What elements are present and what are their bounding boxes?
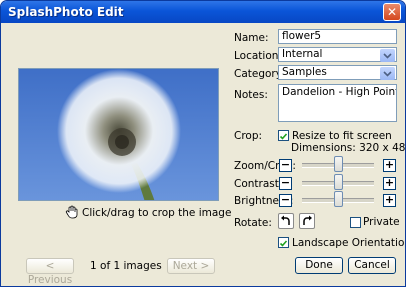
- notes-label: Notes:: [234, 89, 268, 101]
- previous-button[interactable]: < Previous: [26, 258, 74, 286]
- zoom-increase-button[interactable]: +: [383, 159, 396, 172]
- name-field[interactable]: flower5: [278, 29, 397, 44]
- close-button[interactable]: ✕: [383, 3, 401, 21]
- rotate-right-icon: [303, 215, 312, 225]
- check-icon: [279, 133, 288, 140]
- rotate-right-button[interactable]: [299, 213, 315, 229]
- check-icon: [279, 240, 288, 247]
- title-bar[interactable]: SplashPhoto Edit ✕: [1, 1, 405, 23]
- slider-thumb[interactable]: [334, 156, 343, 172]
- contrast-decrease-button[interactable]: −: [279, 177, 292, 190]
- resize-checkbox[interactable]: [278, 130, 289, 141]
- contrast-label: Contrast:: [234, 178, 283, 190]
- rotate-left-button[interactable]: [278, 213, 294, 229]
- crop-hint: Click/drag to crop the image: [82, 207, 232, 219]
- crop-label: Crop:: [234, 130, 263, 142]
- photo-preview[interactable]: [18, 68, 219, 201]
- window-title: SplashPhoto Edit: [8, 5, 124, 19]
- cancel-button[interactable]: Cancel: [348, 257, 396, 274]
- rotate-left-icon: [281, 215, 290, 225]
- contrast-increase-button[interactable]: +: [383, 177, 396, 190]
- location-select[interactable]: Internal: [278, 47, 397, 62]
- private-checkbox[interactable]: [350, 217, 361, 228]
- name-label: Name:: [234, 32, 269, 44]
- chevron-down-icon[interactable]: [380, 67, 395, 80]
- brightness-decrease-button[interactable]: −: [279, 194, 292, 207]
- category-value: Samples: [282, 66, 327, 78]
- private-label: Private: [363, 216, 400, 228]
- close-icon: ✕: [386, 5, 398, 19]
- next-button[interactable]: Next >: [167, 258, 215, 274]
- location-label: Location:: [234, 50, 282, 62]
- page-info: 1 of 1 images: [90, 260, 162, 272]
- zoom-decrease-button[interactable]: −: [279, 159, 292, 172]
- hand-cursor-icon: [65, 205, 79, 219]
- notes-field[interactable]: Dandelion - High Point, NC: [278, 84, 397, 122]
- landscape-checkbox[interactable]: [278, 237, 289, 248]
- category-select[interactable]: Samples: [278, 65, 397, 80]
- zoom-slider[interactable]: [302, 156, 374, 176]
- crop-dimensions: Dimensions: 320 x 480: [291, 142, 406, 154]
- dandelion-photo: [19, 69, 218, 200]
- slider-thumb[interactable]: [334, 191, 343, 207]
- landscape-label: Landscape Orientation: [292, 237, 406, 249]
- brightness-increase-button[interactable]: +: [383, 194, 396, 207]
- brightness-slider[interactable]: [302, 191, 374, 211]
- location-value: Internal: [282, 48, 323, 60]
- dialog-window: SplashPhoto Edit ✕ Click/drag to crop th…: [0, 0, 406, 287]
- slider-thumb[interactable]: [334, 174, 343, 190]
- resize-label: Resize to fit screen: [292, 130, 392, 142]
- rotate-label: Rotate:: [234, 217, 272, 229]
- chevron-down-icon[interactable]: [380, 49, 395, 62]
- done-button[interactable]: Done: [295, 257, 343, 274]
